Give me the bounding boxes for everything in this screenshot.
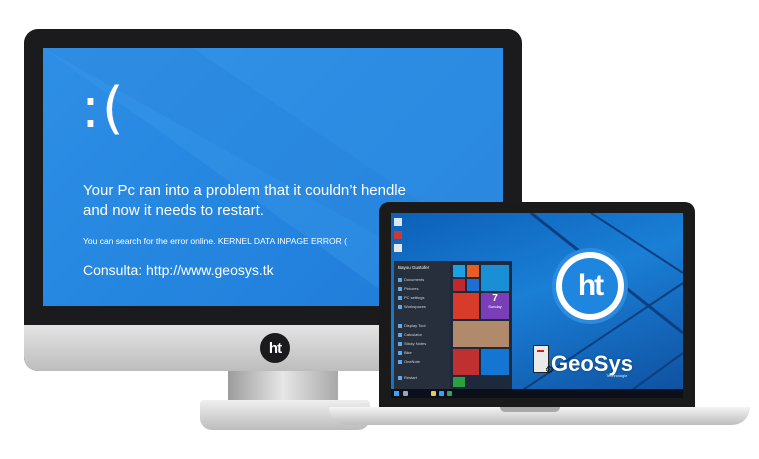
windows-taskbar: [391, 389, 683, 398]
start-item-workspaces[interactable]: Workspaces: [398, 304, 426, 309]
tile-skype[interactable]: [453, 265, 465, 277]
start-menu: Bayou Gustofer Documents Pictures PC set…: [394, 261, 512, 389]
laptop-opening-notch: [500, 407, 560, 412]
bsod-message-line1: Your Pc ran into a problem that it could…: [83, 182, 406, 199]
tile-music[interactable]: [467, 265, 479, 277]
tile-video[interactable]: [453, 279, 465, 291]
laptop: Bayou Gustofer Documents Pictures PC set…: [379, 202, 695, 408]
calendar-date: 7: [492, 293, 498, 304]
start-item-sticky-notes[interactable]: Sticky Notes: [398, 341, 426, 346]
start-item-display-tool[interactable]: Display Tool: [398, 323, 426, 328]
tile-news[interactable]: [453, 321, 509, 347]
windows-start-icon[interactable]: [394, 391, 399, 396]
tile-xbox[interactable]: [453, 349, 479, 375]
tile-mail[interactable]: [481, 349, 509, 375]
taskbar-app-icon[interactable]: [431, 391, 436, 396]
sad-face: :(: [81, 76, 126, 141]
desktop-icon[interactable]: [394, 244, 402, 252]
start-item-bike[interactable]: Bike: [398, 350, 412, 355]
start-item-documents[interactable]: Documents: [398, 277, 424, 282]
tile-calendar[interactable]: 7 Sunday: [481, 293, 509, 319]
start-menu-user[interactable]: Bayou Gustofer: [398, 265, 429, 270]
start-item-power[interactable]: Restart: [398, 375, 417, 380]
taskbar-app-icon[interactable]: [439, 391, 444, 396]
monitor-logo: ht: [260, 333, 290, 363]
calendar-day: Sunday: [488, 304, 502, 309]
tile-finance[interactable]: [453, 377, 465, 387]
bsod-support-link: Consulta: http://www.geosys.tk: [83, 262, 274, 278]
tile-store[interactable]: [453, 293, 479, 319]
tile-onedrive[interactable]: [467, 279, 479, 291]
start-menu-left-pane: Bayou Gustofer Documents Pictures PC set…: [394, 261, 450, 389]
start-item-onenote[interactable]: OneNote: [398, 359, 420, 364]
start-item-calculator[interactable]: Calculator: [398, 332, 422, 337]
laptop-screen: Bayou Gustofer Documents Pictures PC set…: [391, 213, 683, 398]
desktop-icon[interactable]: [394, 218, 402, 226]
ht-logo-text: ht: [562, 258, 618, 314]
desktop-icon[interactable]: [394, 231, 402, 239]
start-item-pictures[interactable]: Pictures: [398, 286, 418, 291]
tile-people[interactable]: [481, 265, 509, 291]
start-item-pc-settings[interactable]: PC settings: [398, 295, 424, 300]
ht-logo-badge: ht: [556, 252, 624, 320]
search-icon[interactable]: [403, 391, 408, 396]
geosys-tagline: Technologie: [606, 373, 628, 378]
taskbar-app-icon[interactable]: [447, 391, 452, 396]
